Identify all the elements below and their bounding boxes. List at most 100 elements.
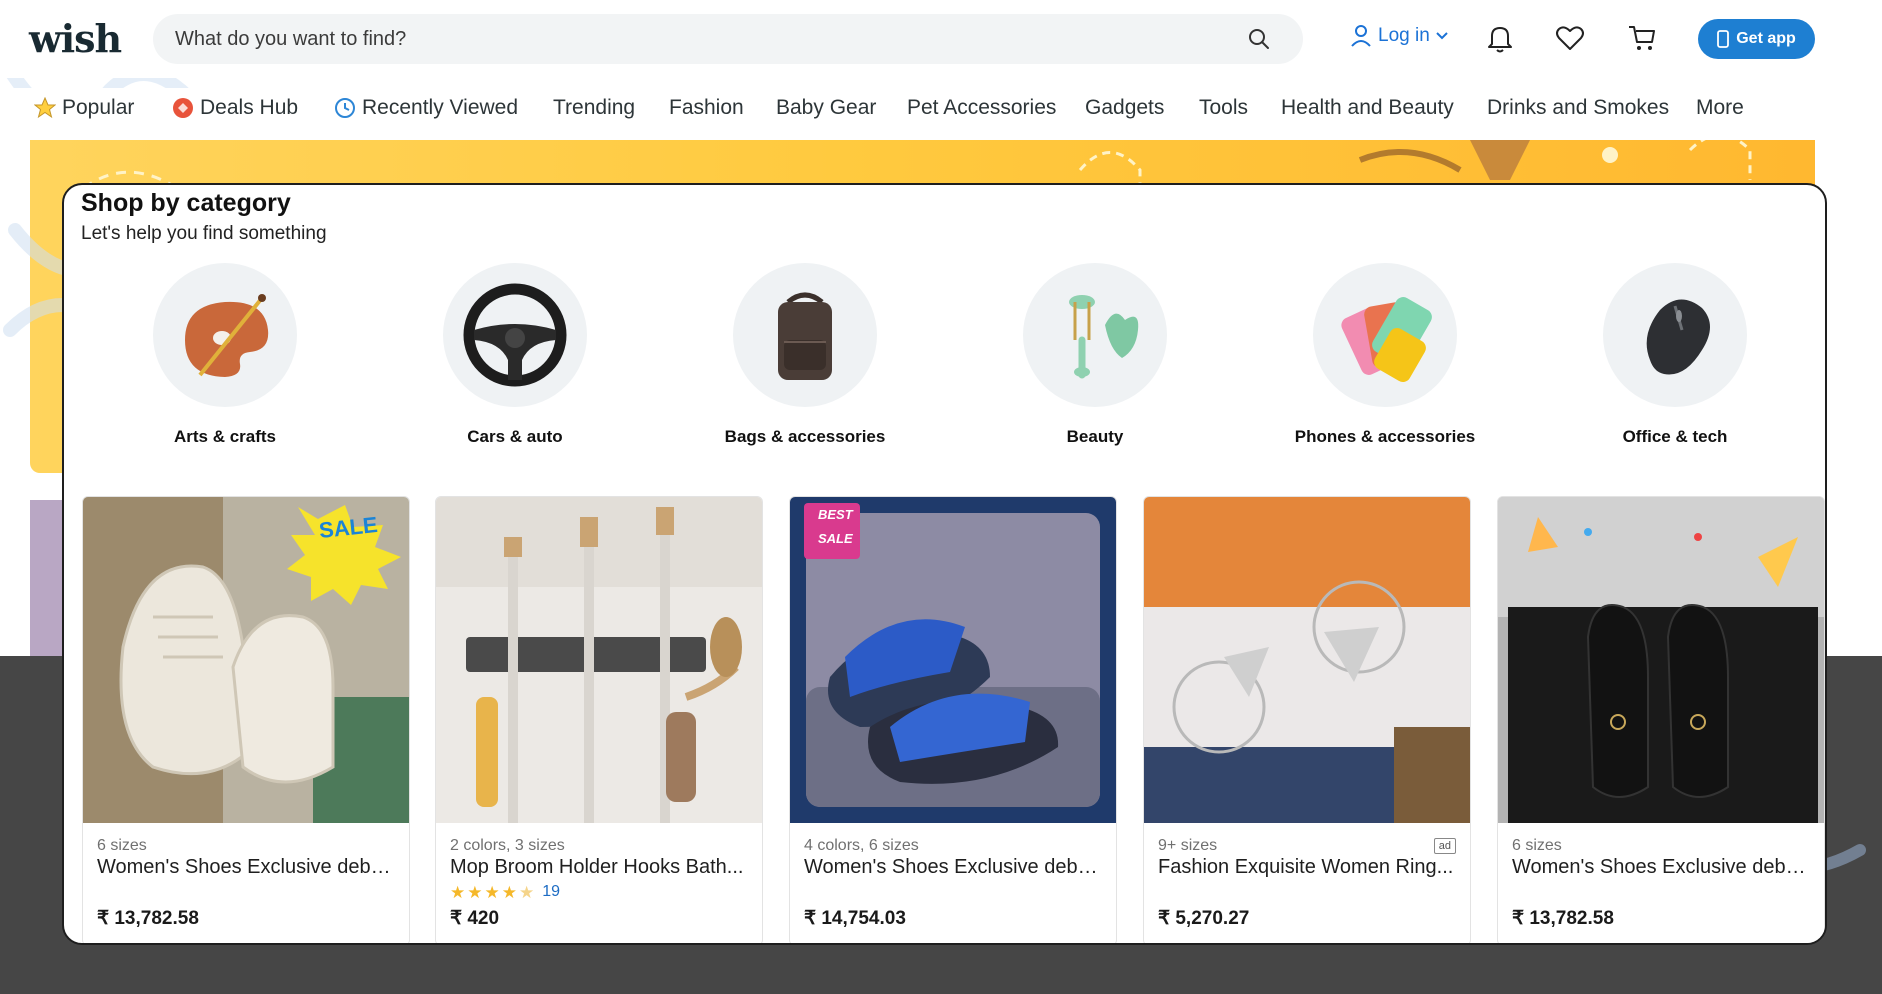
ad-tag: ad [1433, 838, 1456, 854]
category-nav: Popular Deals Hub Recently Viewed Trendi… [0, 88, 1882, 130]
product-options: 6 sizes [1512, 837, 1562, 854]
heart-icon[interactable] [1554, 22, 1586, 54]
nav-label: Gadgets [1085, 96, 1165, 119]
category-image [733, 263, 877, 407]
category-label: Beauty [1066, 427, 1124, 446]
shop-by-category-card: Shop by category Let's help you find som… [62, 183, 1827, 945]
product-price: ₹ 14,754.03 [804, 908, 906, 929]
category-beauty[interactable]: Beauty [960, 263, 1230, 447]
get-app-label: Get app [1736, 30, 1796, 47]
wish-logo[interactable]: wish [29, 16, 122, 61]
nav-label: Drinks and Smokes [1487, 96, 1670, 119]
category-image [1023, 263, 1167, 407]
login-button[interactable]: Log in [1350, 24, 1448, 48]
category-image [1313, 263, 1457, 407]
category-image [443, 263, 587, 407]
nav-label: Fashion [669, 96, 744, 119]
category-image [1603, 263, 1747, 407]
nav-label: Tools [1199, 96, 1249, 119]
nav-item-tools[interactable]: Tools [1199, 96, 1248, 120]
nav-label: More [1696, 96, 1744, 119]
category-label: Arts & crafts [173, 427, 277, 446]
nav-label: Recently Viewed [362, 96, 519, 119]
category-label: Cars & auto [467, 427, 563, 446]
product-card[interactable]: ad 9+ sizes Fashion Exquisite Women Ring… [1143, 496, 1471, 943]
steering-wheel-icon [463, 283, 567, 387]
badge-text: SALE [818, 531, 853, 546]
category-phones-accessories[interactable]: Phones & accessories [1250, 263, 1520, 447]
nav-label: Trending [553, 96, 636, 119]
face-roller-icon [1069, 295, 1139, 379]
card-title: Shop by category [81, 189, 291, 217]
product-price: ₹ 420 [450, 908, 500, 929]
product-options: 6 sizes [97, 837, 147, 854]
category-office-tech[interactable]: Office & tech [1540, 263, 1810, 447]
category-arts-crafts[interactable]: Arts & crafts [90, 263, 360, 447]
nav-item-pet-accessories[interactable]: Pet Accessories [907, 96, 1056, 120]
user-icon [1351, 25, 1371, 47]
product-image: BEST SALE [790, 497, 1116, 823]
category-cars-auto[interactable]: Cars & auto [380, 263, 650, 447]
clock-icon [335, 98, 355, 118]
search-bar [153, 14, 1303, 64]
product-image [1498, 497, 1824, 823]
half-star-icon: ★ [519, 882, 535, 902]
nav-item-popular[interactable]: Popular [34, 96, 134, 120]
nav-label: Baby Gear [776, 96, 877, 119]
star-icon: ★ [467, 882, 483, 902]
category-image [153, 263, 297, 407]
phone-icon [1717, 30, 1730, 48]
product-options: 2 colors, 3 sizes [450, 837, 565, 854]
product-name: Women's Shoes Exclusive debu... [1512, 856, 1812, 878]
product-card[interactable]: 2 colors, 3 sizes Mop Broom Holder Hooks… [435, 496, 763, 943]
product-name: Mop Broom Holder Hooks Bath... [450, 856, 744, 878]
deals-icon [173, 98, 193, 118]
nav-label: Health and Beauty [1281, 96, 1454, 119]
nav-label: Popular [62, 96, 135, 119]
nav-label: Deals Hub [200, 96, 299, 119]
rating-count: 19 [542, 883, 561, 900]
product-rating: ★ ★ ★ ★ ★ 19 [450, 883, 560, 901]
search-icon[interactable] [1247, 27, 1271, 51]
product-image: SALE [83, 497, 409, 823]
product-image [1144, 497, 1470, 823]
nav-item-gadgets[interactable]: Gadgets [1085, 96, 1164, 120]
product-card[interactable]: SALE 6 sizes Women's Shoes Exclusive deb… [82, 496, 410, 943]
top-header: wish Log in Get app [0, 0, 1882, 78]
bell-icon[interactable] [1484, 22, 1516, 54]
product-options: 9+ sizes [1158, 837, 1218, 854]
category-label: Office & tech [1622, 427, 1728, 446]
nav-item-trending[interactable]: Trending [553, 96, 635, 120]
star-icon: ★ [501, 882, 517, 902]
search-input[interactable] [175, 14, 1225, 64]
product-price: ₹ 5,270.27 [1158, 908, 1250, 929]
product-price: ₹ 13,782.58 [97, 908, 199, 929]
login-label: Log in [1378, 25, 1430, 46]
nav-item-drinks-and-smokes[interactable]: Drinks and Smokes [1487, 96, 1669, 120]
nav-item-health-and-beauty[interactable]: Health and Beauty [1281, 96, 1454, 120]
nav-item-more[interactable]: More [1696, 96, 1744, 120]
product-name: Women's Shoes Exclusive debu... [97, 856, 397, 878]
category-label: Bags & accessories [724, 427, 886, 446]
palette-icon [185, 294, 269, 377]
product-card[interactable]: BEST SALE 4 colors, 6 sizes Women's Shoe… [789, 496, 1117, 943]
star-icon: ★ [450, 882, 466, 902]
star-icon: ★ [484, 882, 500, 902]
product-name: Fashion Exquisite Women Ring... [1158, 856, 1454, 878]
mouse-icon [1646, 299, 1710, 375]
chevron-down-icon [1436, 32, 1448, 40]
category-bags-accessories[interactable]: Bags & accessories [670, 263, 940, 447]
nav-item-recently-viewed[interactable]: Recently Viewed [334, 96, 518, 120]
cart-icon[interactable] [1626, 22, 1658, 54]
nav-item-baby-gear[interactable]: Baby Gear [776, 96, 876, 120]
product-card[interactable]: 6 sizes Women's Shoes Exclusive debu... … [1497, 496, 1825, 943]
category-label: Phones & accessories [1294, 427, 1476, 446]
nav-item-deals-hub[interactable]: Deals Hub [172, 96, 298, 120]
nav-item-fashion[interactable]: Fashion [669, 96, 744, 120]
get-app-button[interactable]: Get app [1698, 19, 1815, 59]
star-icon [34, 97, 56, 119]
product-image [436, 497, 762, 823]
badge-text: BEST [818, 507, 853, 522]
background-product-strip [30, 500, 66, 656]
product-price: ₹ 13,782.58 [1512, 908, 1614, 929]
